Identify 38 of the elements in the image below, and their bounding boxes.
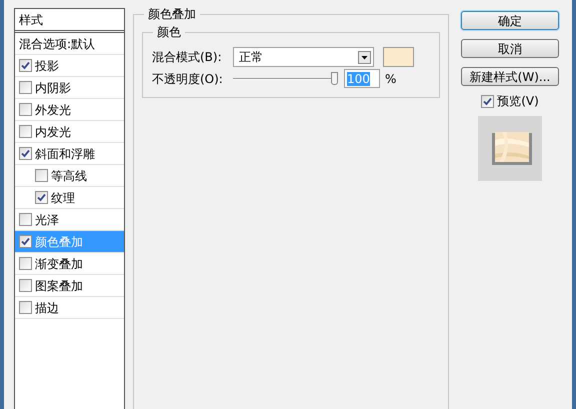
unit-label: % [385,70,396,88]
style-list-item[interactable]: 内阴影 [15,77,124,99]
group-title: 颜色 [153,24,185,40]
slider-thumb[interactable] [330,72,338,84]
field-label: 混合模式(B): [152,49,223,66]
dialog-button[interactable]: 确定 [461,11,559,30]
style-list-item[interactable]: 渐变叠加 [15,253,124,275]
checkbox[interactable] [19,59,32,72]
style-list-item[interactable]: 投影 [15,55,124,77]
preview-label: 预览(V) [497,93,539,110]
list-header: 样式 [15,9,124,33]
style-list-item[interactable]: 内发光 [15,121,124,143]
checkbox[interactable] [19,235,32,248]
checkbox[interactable] [19,125,32,138]
style-list-item[interactable]: 图案叠加 [15,275,124,297]
checkbox[interactable] [19,257,32,270]
dialog-button[interactable]: 取消 [461,39,559,58]
checkbox[interactable] [19,103,32,116]
field-label: 不透明度(O): [152,70,224,88]
checkbox[interactable] [19,147,32,160]
checkbox[interactable] [481,94,494,108]
checkbox[interactable] [19,81,32,94]
checkbox[interactable] [19,279,32,292]
opacity-slider[interactable] [233,72,337,86]
checkbox[interactable] [19,213,32,226]
style-list-item[interactable]: 纹理 [15,187,124,209]
blend-mode-dropdown[interactable]: 正常 [233,47,374,67]
checkbox[interactable] [35,191,48,204]
group-title: 颜色叠加 [144,6,200,22]
style-list-item[interactable]: 外发光 [15,99,124,121]
style-list-item[interactable]: 混合选项:默认 [15,33,124,55]
dialog-button[interactable]: 新建样式(W)... [461,67,559,86]
style-list-item[interactable]: 等高线 [15,165,124,187]
checkbox[interactable] [19,301,32,314]
color-swatch[interactable] [383,47,414,67]
style-list-item[interactable]: 斜面和浮雕 [15,143,124,165]
checkbox[interactable] [35,169,48,182]
style-list-item[interactable]: 描边 [15,297,124,319]
